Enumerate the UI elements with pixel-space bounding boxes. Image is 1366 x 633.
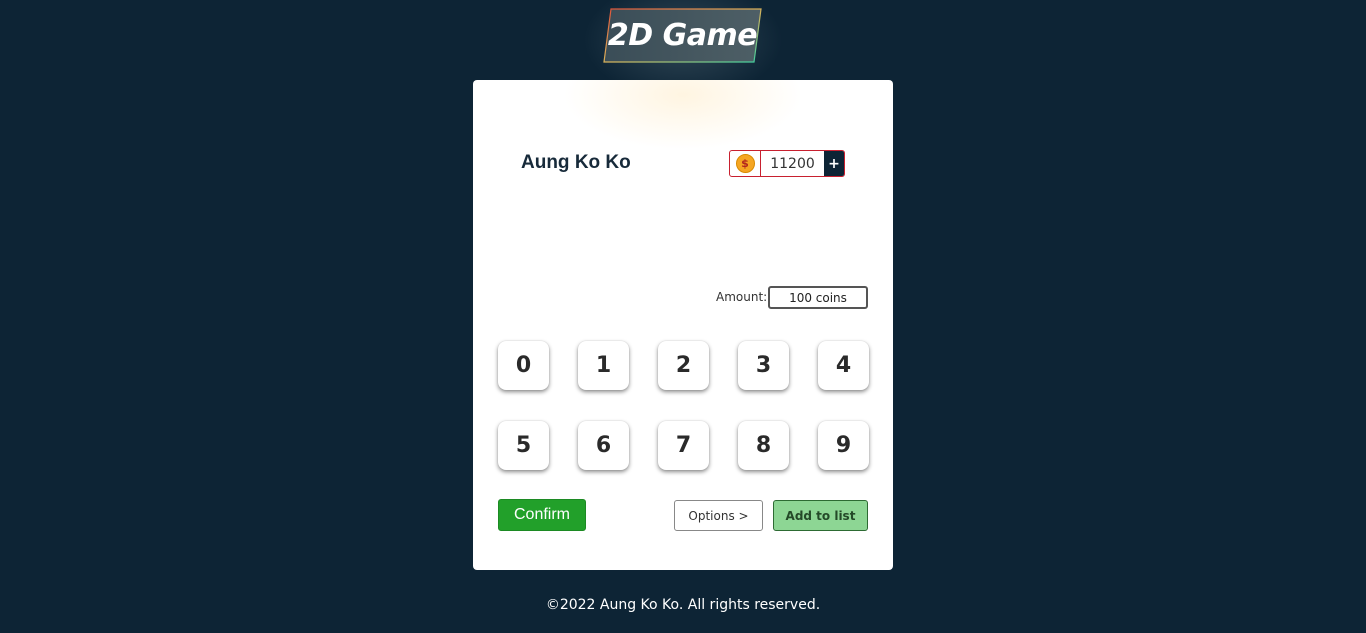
digit-button-4[interactable]: 4	[818, 341, 869, 390]
wallet-balance: $ 11200 +	[729, 150, 845, 177]
dollar-coin-icon: $	[735, 154, 755, 173]
digit-button-0[interactable]: 0	[498, 341, 549, 390]
game-card: Aung Ko Ko $ 11200 + Amount: 0 1 2 3 4 5…	[473, 80, 893, 570]
digit-button-7[interactable]: 7	[658, 421, 709, 470]
coin-cell: $	[730, 151, 761, 176]
digit-button-9[interactable]: 9	[818, 421, 869, 470]
card-glow	[563, 80, 803, 150]
balance-value: 11200	[770, 155, 815, 172]
user-name: Aung Ko Ko	[521, 152, 631, 173]
add-to-list-button[interactable]: Add to list	[773, 500, 868, 531]
amount-label: Amount:	[716, 290, 768, 304]
digit-button-2[interactable]: 2	[658, 341, 709, 390]
digit-button-6[interactable]: 6	[578, 421, 629, 470]
digit-button-1[interactable]: 1	[578, 341, 629, 390]
footer-copyright: ©2022 Aung Ko Ko. All rights reserved.	[545, 597, 821, 613]
game-logo: 2D Game	[603, 8, 762, 63]
digit-button-8[interactable]: 8	[738, 421, 789, 470]
confirm-button[interactable]: Confirm	[498, 499, 586, 531]
options-button[interactable]: Options >	[674, 500, 763, 531]
logo-title: 2D Game	[607, 18, 758, 53]
digit-button-5[interactable]: 5	[498, 421, 549, 470]
add-coins-button[interactable]: +	[824, 151, 844, 176]
digit-button-3[interactable]: 3	[738, 341, 789, 390]
amount-input[interactable]	[768, 286, 868, 309]
